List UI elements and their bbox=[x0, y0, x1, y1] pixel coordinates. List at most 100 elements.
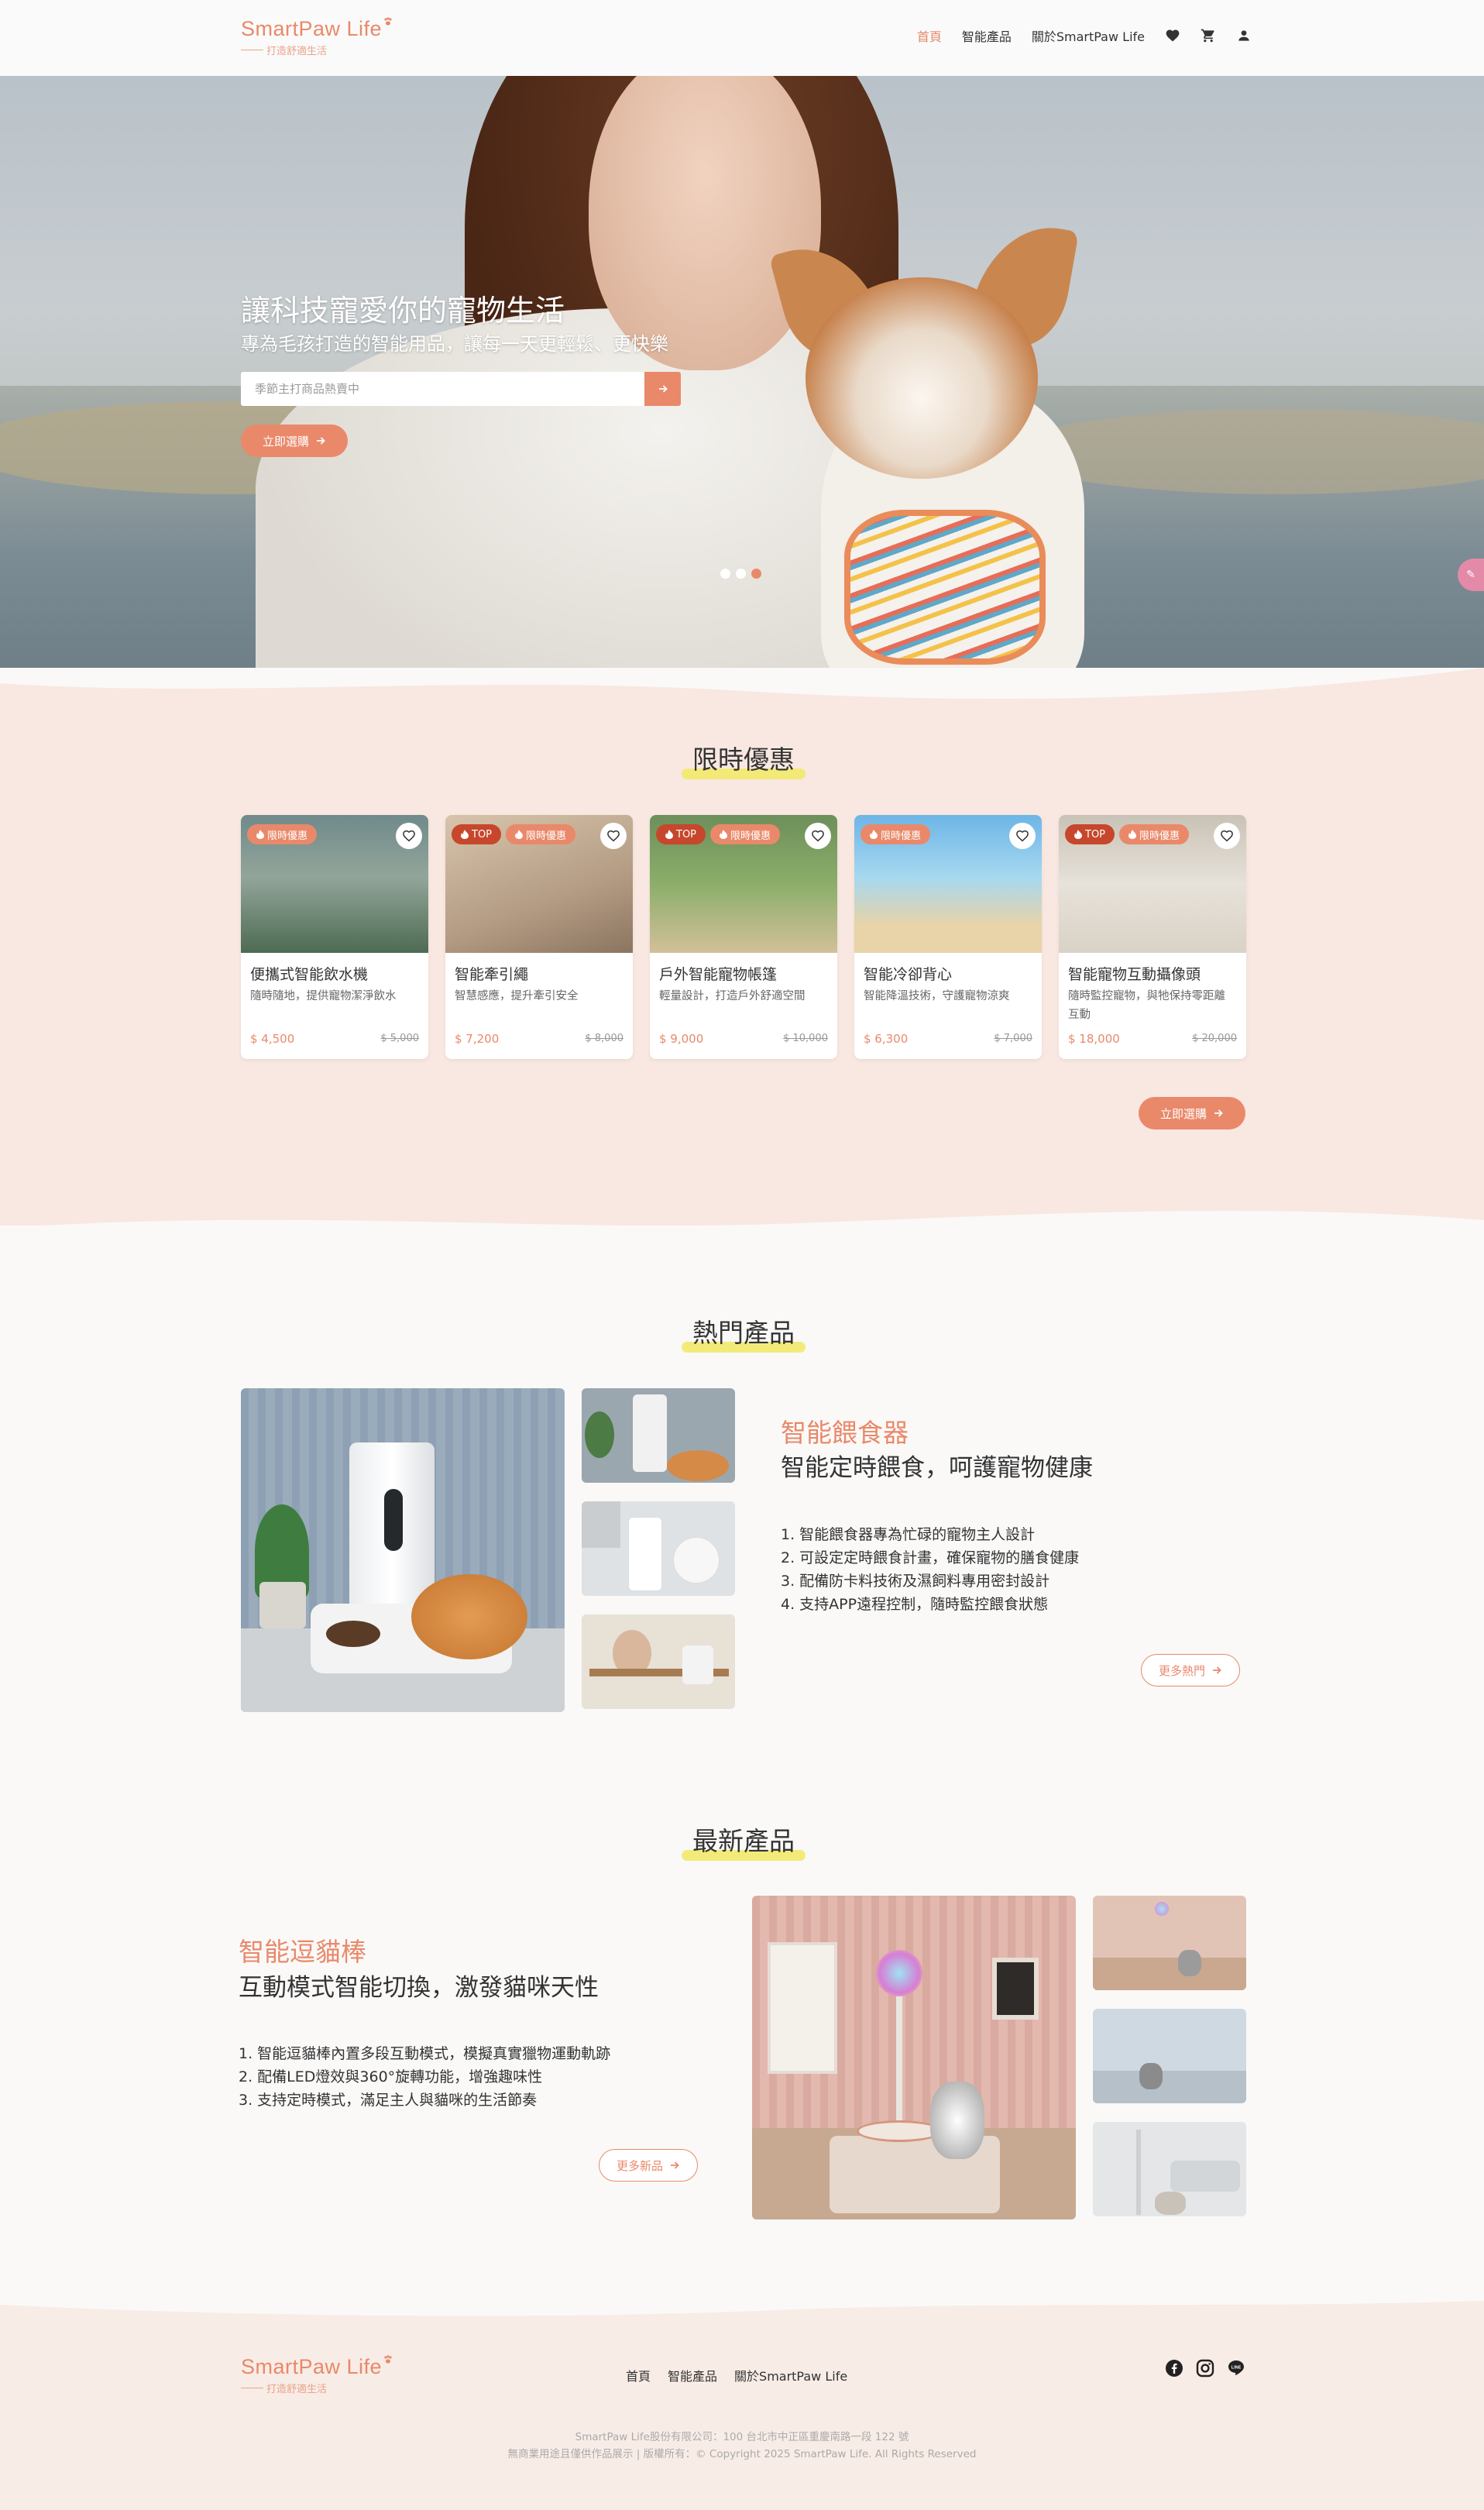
brand-tagline: 打造舒適生活 bbox=[241, 43, 393, 57]
heart-icon[interactable] bbox=[1165, 28, 1180, 43]
brand-tagline: 打造舒適生活 bbox=[241, 2381, 393, 2395]
search-button[interactable] bbox=[644, 372, 681, 406]
product-card[interactable]: TOP 限時優惠 智能牽引繩 智慧感應，提升牽引安全 $ 7,200 $ 8,00… bbox=[445, 815, 633, 1059]
facebook-icon[interactable] bbox=[1165, 2359, 1183, 2381]
site-footer bbox=[0, 2316, 1484, 2510]
footer-nav-products[interactable]: 智能產品 bbox=[668, 2366, 717, 2384]
footer-nav-home[interactable]: 首頁 bbox=[626, 2366, 651, 2384]
heart-outline-icon bbox=[1221, 830, 1233, 842]
list-item: 2. 可設定定時餵食計畫，確保寵物的膳食健康 bbox=[781, 1549, 1080, 1566]
hot-section-title: 熱門產品 bbox=[682, 1312, 806, 1353]
favorite-button[interactable] bbox=[805, 823, 831, 849]
sale-badge: 限時優惠 bbox=[506, 824, 576, 844]
carousel-dot[interactable] bbox=[751, 569, 761, 579]
favorite-button[interactable] bbox=[396, 823, 422, 849]
main-nav: 首頁 智能產品 關於SmartPaw Life bbox=[917, 26, 1252, 45]
product-name: 智能牽引繩 bbox=[455, 966, 529, 983]
social-links: LINE bbox=[1165, 2359, 1245, 2381]
more-new-button[interactable]: 更多新品 bbox=[599, 2149, 699, 2182]
fire-icon bbox=[515, 830, 524, 839]
product-image: TOP 限時優惠 bbox=[1059, 815, 1246, 953]
carousel-dot[interactable] bbox=[736, 569, 746, 579]
brand-name: SmartPaw Life bbox=[241, 17, 383, 40]
hero-banner bbox=[0, 76, 1484, 668]
carousel-dots bbox=[720, 569, 761, 579]
fire-icon bbox=[870, 830, 878, 839]
line-icon[interactable]: LINE bbox=[1227, 2359, 1245, 2381]
sale-product-list: 限時優惠 便攜式智能飲水機 隨時隨地，提供寵物潔淨飲水 $ 4,500 $ 5,… bbox=[241, 815, 1246, 1059]
list-item: 3. 配備防卡料技術及濕飼料專用密封設計 bbox=[781, 1573, 1050, 1590]
latest-thumb-1[interactable] bbox=[1093, 1896, 1246, 1990]
product-desc: 隨時監控寵物，與牠保持零距離互動 bbox=[1068, 990, 1225, 1021]
more-hot-button[interactable]: 更多熱門 bbox=[1141, 1654, 1241, 1687]
sale-title: 限時優惠 bbox=[682, 739, 806, 779]
product-price: $ 7,200 bbox=[455, 1032, 500, 1046]
heart-outline-icon bbox=[1016, 830, 1029, 842]
list-item: 4. 支持APP遠程控制，隨時監控餵食狀態 bbox=[781, 1596, 1049, 1613]
svg-text:LINE: LINE bbox=[1232, 2366, 1242, 2371]
heart-outline-icon bbox=[403, 830, 415, 842]
top-badge: TOP bbox=[1065, 824, 1115, 844]
cart-icon[interactable] bbox=[1201, 28, 1216, 43]
fire-icon bbox=[461, 830, 469, 839]
latest-thumb-2[interactable] bbox=[1093, 2009, 1246, 2103]
fire-icon bbox=[665, 830, 673, 839]
sale-badge: 限時優惠 bbox=[1119, 824, 1190, 844]
search-input[interactable] bbox=[255, 372, 627, 406]
product-name: 智能冷卻背心 bbox=[864, 966, 953, 983]
latest-thumb-3[interactable] bbox=[1093, 2122, 1246, 2216]
product-card[interactable]: TOP 限時優惠 戶外智能寵物帳篷 輕量設計，打造戶外舒適空間 $ 9,000 $… bbox=[650, 815, 837, 1059]
user-icon[interactable] bbox=[1236, 28, 1252, 43]
product-old-price: $ 8,000 bbox=[585, 1033, 623, 1044]
favorite-button[interactable] bbox=[600, 823, 627, 849]
latest-feature-list: 1. 智能逗貓棒內置多段互動模式，模擬真實獵物運動軌跡 2. 配備LED燈效與3… bbox=[239, 2042, 610, 2112]
hot-product-subtitle: 智能定時餵食，呵護寵物健康 bbox=[781, 1454, 1093, 1482]
hot-feature-list: 1. 智能餵食器專為忙碌的寵物主人設計 2. 可設定定時餵食計畫，確保寵物的膳食… bbox=[781, 1523, 1079, 1616]
hot-product-main-image[interactable] bbox=[241, 1388, 565, 1712]
hot-thumb-2[interactable] bbox=[582, 1501, 735, 1596]
latest-product-title: 智能逗貓棒 bbox=[239, 1937, 366, 1967]
product-image: 限時優惠 bbox=[241, 815, 428, 953]
product-price: $ 6,300 bbox=[864, 1032, 909, 1046]
list-item: 1. 智能逗貓棒內置多段互動模式，模擬真實獵物運動軌跡 bbox=[239, 2045, 611, 2062]
product-image: 限時優惠 bbox=[854, 815, 1042, 953]
footer-nav-about[interactable]: 關於SmartPaw Life bbox=[734, 2366, 847, 2384]
instagram-icon[interactable] bbox=[1196, 2359, 1214, 2381]
footer-logo[interactable]: SmartPaw Life 打造舒適生活 bbox=[241, 2355, 393, 2395]
nav-about[interactable]: 關於SmartPaw Life bbox=[1032, 26, 1145, 45]
product-card[interactable]: 限時優惠 便攜式智能飲水機 隨時隨地，提供寵物潔淨飲水 $ 4,500 $ 5,… bbox=[241, 815, 428, 1059]
hot-thumb-3[interactable] bbox=[582, 1614, 735, 1709]
hot-thumb-1[interactable] bbox=[582, 1388, 735, 1483]
product-card[interactable]: TOP 限時優惠 智能寵物互動攝像頭 隨時監控寵物，與牠保持零距離互動 $ 18,… bbox=[1059, 815, 1246, 1059]
nav-home[interactable]: 首頁 bbox=[917, 26, 942, 45]
hero-subtitle: 專為毛孩打造的智能用品，讓每一天更輕鬆、更快樂 bbox=[241, 333, 668, 355]
favorite-button[interactable] bbox=[1009, 823, 1036, 849]
product-card[interactable]: 限時優惠 智能冷卻背心 智能降溫技術，守護寵物涼爽 $ 6,300 $ 7,00… bbox=[854, 815, 1042, 1059]
hot-product-title: 智能餵食器 bbox=[781, 1418, 909, 1448]
paw-icon bbox=[384, 2355, 392, 2364]
footer-nav: 首頁 智能產品 關於SmartPaw Life bbox=[626, 2366, 847, 2384]
product-price: $ 18,000 bbox=[1068, 1032, 1120, 1046]
latest-product-main-image[interactable] bbox=[752, 1896, 1076, 2219]
floating-side-tab[interactable]: ✎ bbox=[1458, 559, 1484, 591]
fire-icon bbox=[720, 830, 728, 839]
product-name: 便攜式智能飲水機 bbox=[250, 966, 369, 983]
heart-outline-icon bbox=[812, 830, 824, 842]
hero-search bbox=[241, 372, 681, 406]
sale-cta-button[interactable]: 立即選購 bbox=[1139, 1097, 1245, 1130]
footer-company: SmartPaw Life股份有限公司：100 台北市中正區重慶南路一段 122… bbox=[575, 2431, 909, 2443]
sale-badge: 限時優惠 bbox=[710, 824, 781, 844]
latest-product-subtitle: 互動模式智能切換，激發貓咪天性 bbox=[239, 1974, 599, 2002]
brand-logo[interactable]: SmartPaw Life 打造舒適生活 bbox=[241, 17, 393, 57]
carousel-dot[interactable] bbox=[720, 569, 730, 579]
brand-name: SmartPaw Life bbox=[241, 2355, 383, 2378]
hero-cta-button[interactable]: 立即選購 bbox=[241, 425, 348, 457]
arrow-right-icon bbox=[658, 385, 668, 393]
product-desc: 隨時隨地，提供寵物潔淨飲水 bbox=[250, 990, 397, 1002]
top-badge: TOP bbox=[452, 824, 502, 844]
nav-products[interactable]: 智能產品 bbox=[962, 26, 1012, 45]
favorite-button[interactable] bbox=[1214, 823, 1240, 849]
site-header: SmartPaw Life 打造舒適生活 首頁 智能產品 關於SmartPaw … bbox=[0, 0, 1484, 76]
product-old-price: $ 10,000 bbox=[783, 1033, 828, 1044]
sale-badge: 限時優惠 bbox=[247, 824, 318, 844]
